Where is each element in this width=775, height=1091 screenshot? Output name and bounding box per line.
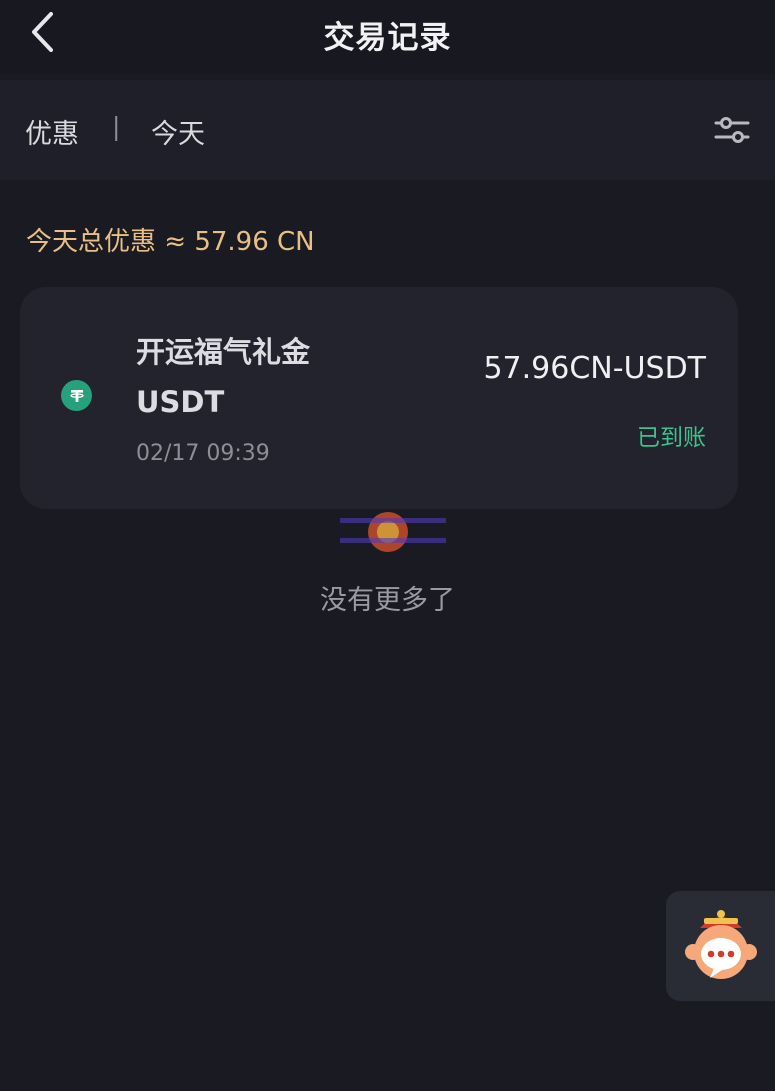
- filter-settings-button[interactable]: [708, 108, 756, 152]
- transaction-title: 开运福气礼金USDT: [136, 335, 311, 419]
- daily-discount-summary: 今天总优惠 ≈ 57.96 CN: [26, 227, 315, 257]
- customer-service-mascot-icon: [684, 910, 757, 979]
- filter-separator: |: [112, 112, 121, 141]
- transaction-amount: 57.96CN-USDT: [483, 351, 706, 386]
- usdt-tether-icon: [61, 380, 92, 411]
- transaction-card[interactable]: 开运福气礼金USDT 02/17 09:39 57.96CN-USDT 已到账: [20, 287, 738, 509]
- sliders-icon: [714, 117, 750, 143]
- transaction-time: 02/17 09:39: [136, 441, 270, 466]
- date-filter-tab[interactable]: 今天: [151, 112, 205, 151]
- no-more-records: 没有更多了: [320, 585, 455, 616]
- transaction-status: 已到账: [637, 425, 706, 451]
- filter-bar: 优惠 | 今天: [0, 80, 775, 180]
- page-title: 交易记录: [323, 20, 452, 56]
- top-header: 交易记录: [0, 0, 775, 74]
- watermark-logo: [340, 510, 450, 554]
- type-filter-tab[interactable]: 优惠: [25, 112, 79, 151]
- customer-service-button[interactable]: [666, 891, 775, 1001]
